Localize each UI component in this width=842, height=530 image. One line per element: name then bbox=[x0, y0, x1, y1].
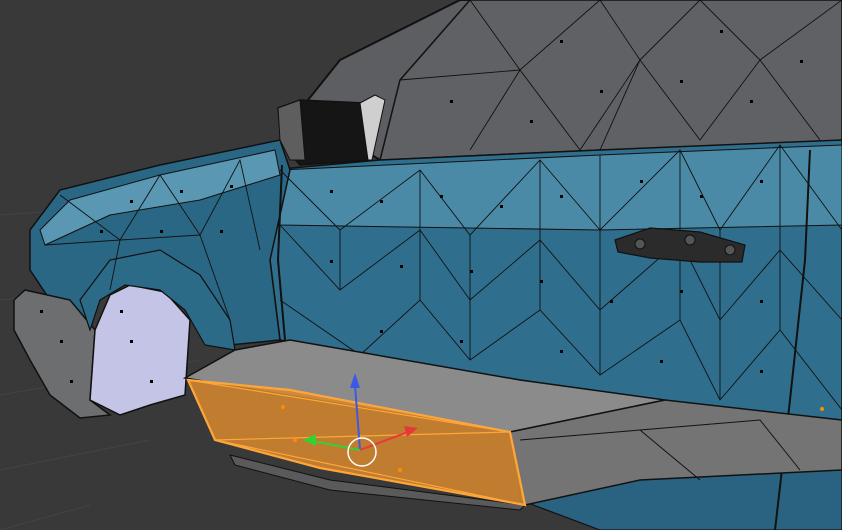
wheel-well[interactable] bbox=[89, 284, 191, 416]
scene-canvas[interactable] bbox=[0, 0, 842, 530]
side-mirror[interactable] bbox=[277, 94, 386, 166]
3d-viewport[interactable] bbox=[0, 0, 842, 530]
car-window-glass[interactable] bbox=[379, 0, 842, 161]
